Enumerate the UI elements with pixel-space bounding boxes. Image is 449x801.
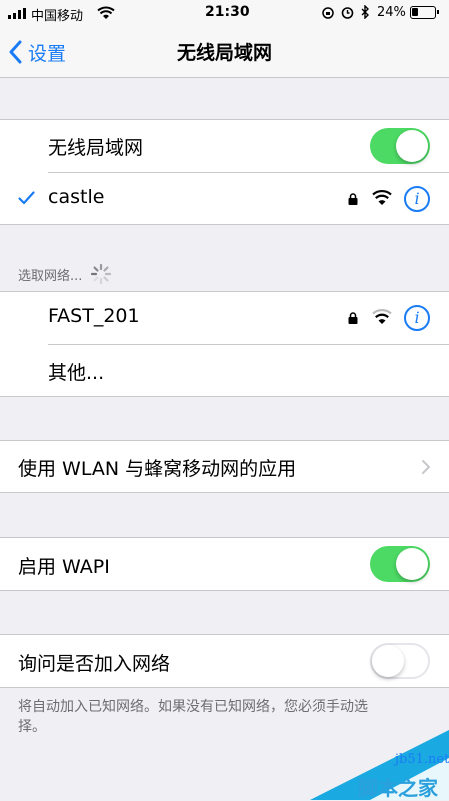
network-row[interactable]: FAST_201 i xyxy=(0,292,449,344)
wifi-group: 无线局域网 castle i xyxy=(0,119,449,225)
wlan-apps-label: 使用 WLAN 与蜂窝移动网的应用 xyxy=(18,458,297,480)
wlan-apps-row[interactable]: 使用 WLAN 与蜂窝移动网的应用 xyxy=(0,440,449,493)
wifi-label: 无线局域网 xyxy=(48,137,144,159)
clock-time: 21:30 xyxy=(205,4,250,20)
bluetooth-icon xyxy=(361,5,369,19)
ask-join-toggle[interactable] xyxy=(370,643,430,679)
battery-icon xyxy=(410,6,439,19)
battery-percent: 24% xyxy=(377,5,406,20)
info-icon[interactable]: i xyxy=(404,305,430,331)
info-icon[interactable]: i xyxy=(404,186,430,212)
navigation-bar: 设置 无线局域网 xyxy=(0,26,449,78)
spinner-icon xyxy=(91,263,112,285)
wifi-icon xyxy=(97,6,115,19)
checkmark-icon xyxy=(18,191,35,205)
wifi-icon xyxy=(372,309,392,324)
signal-bars-icon xyxy=(8,8,26,19)
page-title: 无线局域网 xyxy=(176,42,272,64)
wifi-toggle-row: 无线局域网 xyxy=(0,120,449,172)
ask-join-label: 询问是否加入网络 xyxy=(18,653,171,675)
connected-network-row[interactable]: castle i xyxy=(0,173,449,225)
status-bar: 中国移动 21:30 24% xyxy=(0,0,449,26)
other-network-row[interactable]: 其他... xyxy=(0,345,449,397)
watermark-name: 脚本之家 xyxy=(358,776,438,800)
wapi-row: 启用 WAPI xyxy=(0,537,449,591)
chevron-right-icon xyxy=(422,460,430,474)
wifi-icon xyxy=(372,190,392,205)
network-name: FAST_201 xyxy=(48,305,140,327)
rotation-lock-icon xyxy=(322,7,334,19)
choose-network-label: 选取网络... xyxy=(18,268,83,284)
choose-network-header: 选取网络... xyxy=(18,263,112,285)
connected-network-name: castle xyxy=(48,186,105,208)
wapi-toggle[interactable] xyxy=(370,546,430,582)
lock-icon xyxy=(348,193,358,205)
alarm-icon xyxy=(341,7,354,19)
wifi-toggle[interactable] xyxy=(370,128,430,164)
other-network-label: 其他... xyxy=(48,362,105,384)
ask-join-row: 询问是否加入网络 xyxy=(0,634,449,688)
wapi-label: 启用 WAPI xyxy=(18,556,110,578)
lock-icon xyxy=(348,312,358,324)
carrier-name: 中国移动 xyxy=(31,9,84,24)
watermark-url: jb51.net xyxy=(395,752,449,767)
networks-group: FAST_201 i 其他... xyxy=(0,291,449,397)
